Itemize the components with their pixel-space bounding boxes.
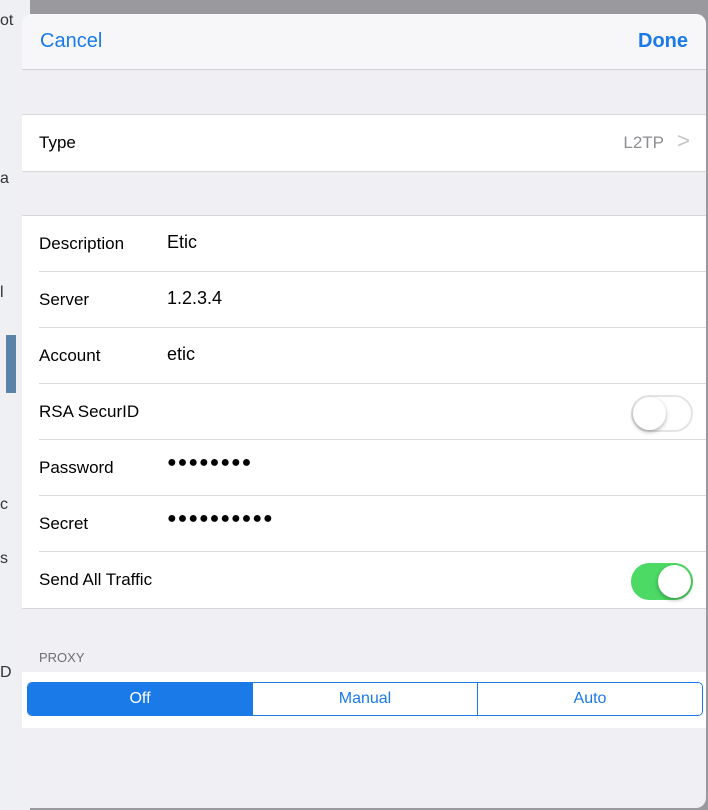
type-row[interactable]: Type L2TP > [39, 115, 706, 171]
proxy-option-auto[interactable]: Auto [478, 683, 702, 715]
description-field[interactable]: Etic [167, 232, 197, 253]
account-label: Account [39, 346, 101, 365]
toggle-knob [658, 565, 691, 598]
password-label: Password [39, 458, 114, 477]
toggle-knob [633, 397, 666, 430]
secret-label: Secret [39, 514, 89, 533]
proxy-option-off[interactable]: Off [28, 683, 253, 715]
secret-row[interactable]: Secret ●●●●●●●●●● [39, 496, 706, 552]
password-field[interactable]: ●●●●●●●● [167, 454, 252, 472]
proxy-segmented-control: Off Manual Auto [27, 682, 703, 716]
send-all-traffic-label: Send All Traffic [39, 570, 153, 589]
server-label: Server [39, 290, 90, 309]
password-row[interactable]: Password ●●●●●●●● [39, 440, 706, 496]
rsa-securid-label: RSA SecurID [39, 402, 140, 421]
proxy-section-header: PROXY [39, 650, 85, 665]
rsa-securid-row: RSA SecurID [39, 384, 706, 440]
description-row[interactable]: Description Etic [39, 216, 706, 272]
send-all-traffic-row: Send All Traffic [39, 552, 706, 608]
proxy-option-manual[interactable]: Manual [253, 683, 478, 715]
chevron-right-icon: > [677, 128, 690, 153]
server-row[interactable]: Server 1.2.3.4 [39, 272, 706, 328]
done-button[interactable]: Done [638, 30, 688, 53]
navigation-bar: Cancel Done [22, 14, 706, 70]
vpn-config-sheet: Cancel Done Type L2TP > Description Etic… [22, 14, 706, 808]
type-group: Type L2TP > [22, 114, 706, 172]
type-value: L2TP [623, 133, 664, 152]
server-field[interactable]: 1.2.3.4 [167, 288, 222, 309]
settings-group: Description Etic Server 1.2.3.4 Account … [22, 215, 706, 609]
background-highlight [6, 335, 16, 393]
cancel-button[interactable]: Cancel [40, 30, 102, 53]
proxy-row: Off Manual Auto [22, 672, 706, 728]
rsa-securid-toggle[interactable] [631, 395, 693, 432]
description-label: Description [39, 234, 125, 253]
type-label: Type [39, 133, 76, 152]
account-field[interactable]: etic [167, 344, 195, 365]
send-all-traffic-toggle[interactable] [631, 563, 693, 600]
secret-field[interactable]: ●●●●●●●●●● [167, 510, 274, 528]
account-row[interactable]: Account etic [39, 328, 706, 384]
